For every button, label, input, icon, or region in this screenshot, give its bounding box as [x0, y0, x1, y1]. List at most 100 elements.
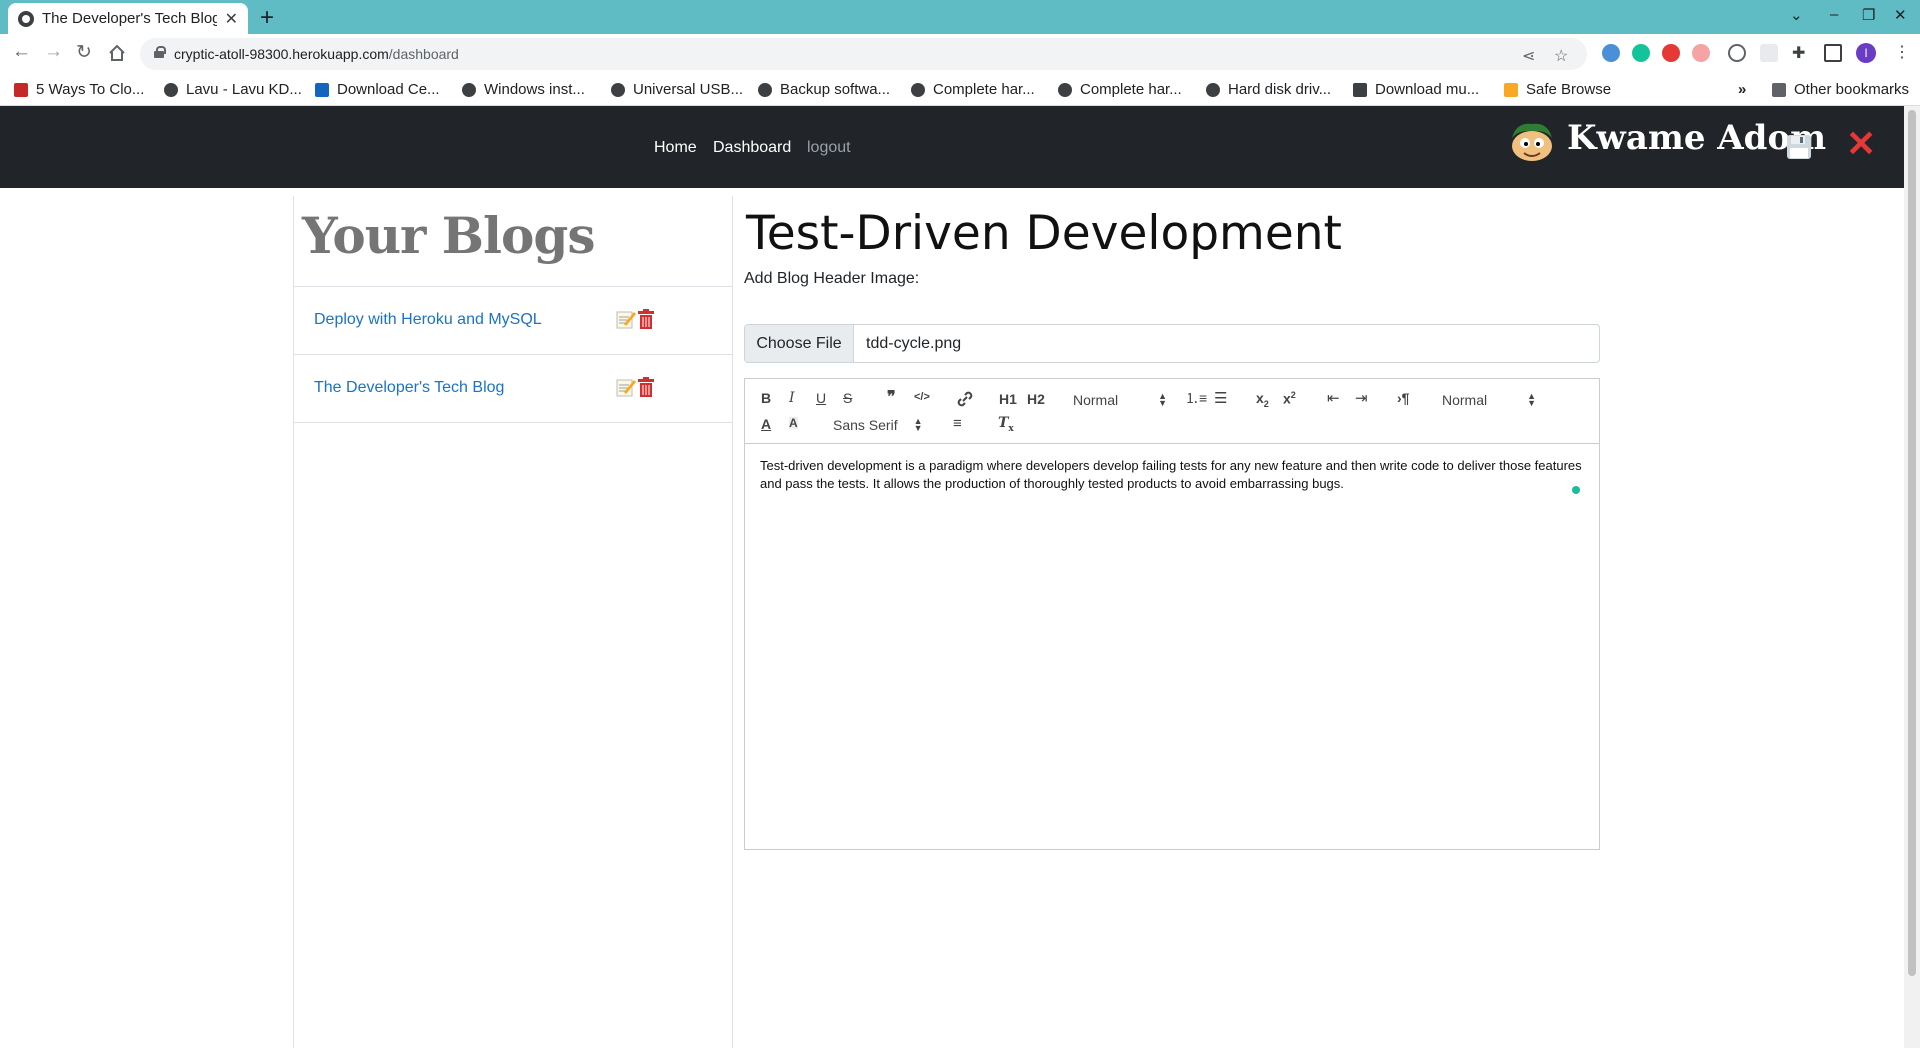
bookmark-item[interactable]: Hard disk driv...	[1206, 81, 1331, 98]
grammarly-icon[interactable]	[1632, 44, 1650, 62]
header-format-select[interactable]: Normal ▲ ▼	[1073, 391, 1168, 409]
globe-icon	[1058, 82, 1072, 97]
outdent-icon[interactable]: ⇤	[1327, 391, 1340, 406]
extension-icon-4[interactable]	[1692, 44, 1710, 62]
bullet-list-icon[interactable]: ☰	[1214, 391, 1227, 406]
heading1-icon[interactable]: H1	[999, 392, 1017, 406]
link-icon[interactable]	[957, 391, 973, 407]
editor-content[interactable]: Test-driven development is a paradigm wh…	[760, 457, 1590, 493]
folder-icon	[1772, 82, 1786, 97]
reload-icon[interactable]: ↻	[76, 41, 92, 64]
bookmark-item[interactable]: Complete har...	[911, 81, 1035, 98]
bookmark-favicon-icon	[1353, 82, 1367, 97]
underline-icon[interactable]: U	[816, 391, 826, 405]
menu-kebab-icon[interactable]: ⋮	[1894, 42, 1910, 62]
size-select[interactable]: Normal ▲ ▼	[1442, 392, 1536, 409]
lock-bag-icon	[1504, 82, 1518, 97]
bookmark-item[interactable]: Complete har...	[1058, 81, 1182, 98]
heading2-icon[interactable]: H2	[1027, 392, 1045, 406]
align-icon[interactable]: ≡	[953, 416, 962, 431]
other-bookmarks[interactable]: Other bookmarks	[1772, 81, 1909, 98]
ordered-list-icon[interactable]: ⒈≡	[1185, 391, 1207, 405]
nav-home-link[interactable]: Home	[654, 139, 697, 157]
browser-toolbar: ← → ↻ cryptic-atoll-98300.herokuapp.com/…	[0, 34, 1920, 74]
bookmark-favicon-icon	[315, 82, 329, 97]
side-panel-icon[interactable]	[1824, 44, 1842, 62]
code-block-icon[interactable]: </>	[914, 392, 930, 403]
grammarly-indicator-icon[interactable]	[1572, 486, 1580, 494]
nav-dashboard-link[interactable]: Dashboard	[713, 139, 791, 157]
tab-title: The Developer's Tech Blog	[42, 10, 217, 27]
tab-close-icon[interactable]: ✕	[225, 9, 238, 29]
extensions-puzzle-icon[interactable]: ✚	[1792, 43, 1805, 63]
extension-icon-1[interactable]	[1602, 44, 1620, 62]
adblock-icon[interactable]	[1662, 44, 1680, 62]
browser-tab[interactable]: The Developer's Tech Blog ✕	[8, 3, 248, 34]
background-color-icon[interactable]: A	[789, 417, 798, 429]
editor-toolbar: B I U S ❞ </> H1 H2 Normal ▲ ▼ ⒈≡ ☰ x2 x2	[745, 379, 1599, 444]
font-family-select[interactable]: Sans Serif ▲ ▼	[833, 416, 923, 434]
trash-icon[interactable]	[638, 377, 654, 397]
header-image-file-input[interactable]: Choose File tdd-cycle.png	[744, 324, 1600, 363]
globe-icon	[1206, 82, 1220, 97]
globe-icon	[164, 82, 178, 97]
extension-icon-6[interactable]	[1760, 44, 1778, 62]
select-arrows-icon: ▲ ▼	[913, 416, 923, 433]
trash-icon[interactable]	[638, 309, 654, 329]
new-tab-icon[interactable]: +	[260, 4, 274, 32]
strike-icon[interactable]: S	[843, 391, 852, 405]
bookmarks-overflow-icon[interactable]: »	[1738, 81, 1746, 98]
blog-list: Deploy with Heroku and MySQL The Develop…	[294, 286, 732, 423]
bookmark-item[interactable]: Download mu...	[1353, 81, 1479, 98]
minimize-icon[interactable]: –	[1830, 6, 1838, 23]
window-close-icon[interactable]: ✕	[1894, 6, 1907, 24]
bookmark-item[interactable]: Lavu - Lavu KD...	[164, 81, 302, 98]
select-arrows-icon: ▲ ▼	[1158, 391, 1168, 408]
text-direction-icon[interactable]: ›¶	[1397, 391, 1409, 405]
bookmark-item[interactable]: 5 Ways To Clo...	[14, 81, 144, 98]
superscript-icon[interactable]: x2	[1283, 391, 1296, 406]
bookmark-item[interactable]: Backup softwa...	[758, 81, 890, 98]
restore-icon[interactable]: ❐	[1862, 6, 1875, 24]
post-title[interactable]: Test-Driven Development	[746, 206, 1342, 261]
rich-text-editor: B I U S ❞ </> H1 H2 Normal ▲ ▼ ⒈≡ ☰ x2 x2	[744, 378, 1600, 850]
profile-avatar[interactable]: I	[1856, 43, 1876, 63]
bookmark-star-icon[interactable]: ☆	[1554, 46, 1568, 66]
extension-icon-5[interactable]	[1728, 44, 1746, 62]
home-icon[interactable]	[108, 44, 126, 62]
lock-icon	[154, 46, 166, 58]
globe-icon	[611, 82, 625, 97]
bookmark-favicon-icon	[14, 82, 28, 97]
bookmark-item[interactable]: Download Ce...	[315, 81, 440, 98]
text-color-icon[interactable]: A	[761, 417, 771, 431]
address-bar[interactable]: cryptic-atoll-98300.herokuapp.com/dashbo…	[140, 38, 1587, 70]
nav-logout-link[interactable]: logout	[807, 139, 851, 157]
bookmark-item[interactable]: Windows inst...	[462, 81, 585, 98]
blog-link[interactable]: The Developer's Tech Blog	[314, 379, 504, 397]
subscript-icon[interactable]: x2	[1256, 391, 1269, 409]
bold-icon[interactable]: B	[761, 391, 771, 405]
header-image-label: Add Blog Header Image:	[744, 270, 920, 287]
blockquote-icon[interactable]: ❞	[887, 390, 896, 406]
edit-memo-icon[interactable]	[616, 309, 636, 329]
clean-format-icon[interactable]: Tx	[998, 416, 1014, 434]
selected-file-name: tdd-cycle.png	[866, 335, 962, 352]
back-icon[interactable]: ←	[12, 41, 31, 63]
forward-icon[interactable]: →	[44, 41, 63, 63]
edit-memo-icon[interactable]	[616, 377, 636, 397]
page-scrollbar[interactable]	[1904, 106, 1920, 1048]
bookmark-item[interactable]: Universal USB...	[611, 81, 743, 98]
save-icon[interactable]	[1786, 134, 1812, 160]
share-icon[interactable]: ⋖	[1522, 46, 1535, 66]
bookmark-item[interactable]: Safe Browse	[1504, 81, 1611, 98]
choose-file-button[interactable]: Choose File	[745, 325, 854, 362]
indent-icon[interactable]: ⇥	[1355, 391, 1368, 406]
list-item: The Developer's Tech Blog	[294, 355, 732, 423]
italic-icon[interactable]: I	[789, 391, 795, 405]
tab-search-icon[interactable]: ⌄	[1790, 6, 1803, 24]
blog-link[interactable]: Deploy with Heroku and MySQL	[314, 311, 542, 329]
scrollbar-thumb[interactable]	[1908, 110, 1916, 976]
globe-icon	[758, 82, 772, 97]
bookmarks-bar: 5 Ways To Clo... Lavu - Lavu KD... Downl…	[0, 74, 1920, 106]
close-editor-icon[interactable]: ✕	[1846, 126, 1876, 162]
